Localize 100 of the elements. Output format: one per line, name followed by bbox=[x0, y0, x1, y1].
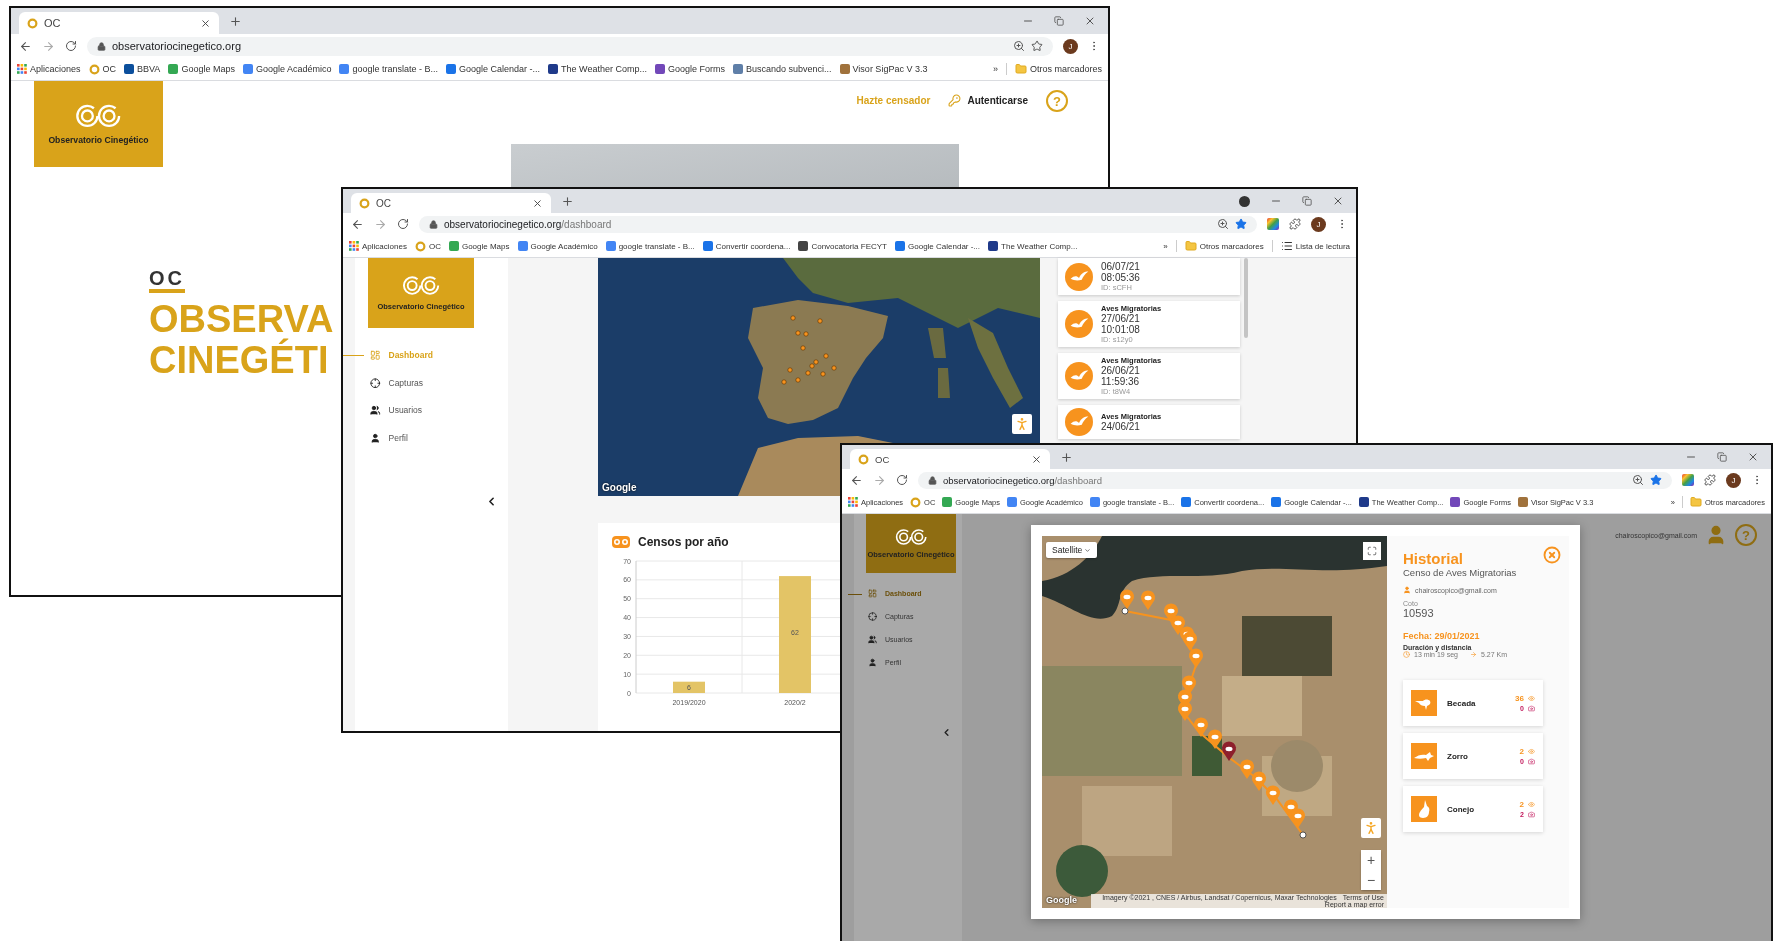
bookmark[interactable]: Google Calendar -... bbox=[895, 241, 981, 251]
address-field[interactable]: observatoriocinegetico.org bbox=[87, 36, 1053, 56]
nav-item[interactable]: Capturas bbox=[370, 377, 508, 388]
bookmark[interactable]: Lista de lectura bbox=[1280, 240, 1350, 252]
bookmark[interactable]: Otros marcadores bbox=[1184, 240, 1264, 252]
fullscreen-icon bbox=[1367, 546, 1377, 556]
map-credit: Google bbox=[1046, 895, 1077, 905]
url-text: observatoriocinegetico.org bbox=[112, 40, 243, 52]
bookmark[interactable]: Convertir coordena... bbox=[702, 241, 791, 251]
close-icon[interactable] bbox=[1332, 195, 1344, 207]
new-tab-icon[interactable] bbox=[561, 194, 574, 208]
zoom-in-button[interactable]: + bbox=[1361, 850, 1381, 870]
close-icon[interactable] bbox=[532, 197, 543, 209]
bookmark[interactable]: Buscando subvenci... bbox=[732, 64, 832, 74]
bookmark[interactable]: The Weather Comp... bbox=[988, 241, 1078, 251]
browser-tab[interactable]: OC bbox=[351, 193, 551, 213]
bookmark-star-icon[interactable] bbox=[1650, 474, 1662, 486]
rabbit-icon bbox=[1416, 799, 1432, 819]
browser-tab[interactable]: OC bbox=[850, 449, 1050, 469]
reload-icon[interactable] bbox=[65, 40, 77, 52]
reload-icon[interactable] bbox=[896, 474, 908, 486]
extension-icon[interactable] bbox=[1682, 474, 1694, 486]
bookmark[interactable]: BBVA bbox=[124, 64, 161, 74]
hero-title: CINEGÉTI bbox=[149, 340, 329, 382]
record-time: 10:01:08 bbox=[1101, 324, 1141, 335]
reload-icon[interactable] bbox=[397, 218, 409, 230]
bookmark-star-icon[interactable] bbox=[1031, 40, 1043, 52]
address-field[interactable]: observatoriocinegetico.org/dashboard bbox=[419, 215, 1257, 233]
zoom-out-button[interactable]: − bbox=[1361, 870, 1381, 890]
clock-icon bbox=[1403, 651, 1410, 658]
map-type-button[interactable]: Satellite bbox=[1046, 542, 1098, 558]
close-icon[interactable] bbox=[1747, 451, 1759, 463]
zoom-icon[interactable] bbox=[1013, 40, 1025, 52]
bookmark[interactable]: » bbox=[992, 64, 998, 74]
apps-grid-icon bbox=[17, 64, 27, 74]
back-icon[interactable] bbox=[19, 39, 32, 53]
new-tab-icon[interactable] bbox=[229, 14, 242, 28]
users-icon bbox=[868, 635, 877, 644]
back-icon[interactable] bbox=[850, 473, 863, 487]
close-icon[interactable] bbox=[200, 17, 211, 29]
bookmark[interactable]: OC bbox=[414, 240, 441, 252]
bookmark[interactable]: Google Maps bbox=[168, 64, 235, 74]
bookmark[interactable]: Google Académico bbox=[242, 64, 332, 74]
record-date: 27/06/21 bbox=[1101, 313, 1141, 324]
new-tab-icon[interactable] bbox=[1060, 450, 1073, 464]
ring-icon bbox=[414, 240, 426, 252]
sighting-count: 2 bbox=[1519, 747, 1524, 756]
chart-title: Censos por año bbox=[638, 535, 729, 549]
crosshair-icon bbox=[868, 612, 877, 621]
bookmark[interactable]: google translate - B... bbox=[605, 241, 695, 251]
key-icon bbox=[948, 93, 962, 107]
restore-icon[interactable] bbox=[1054, 16, 1064, 26]
bookmark[interactable]: Google Maps bbox=[448, 241, 510, 251]
bookmark[interactable]: Google Forms bbox=[654, 64, 725, 74]
puzzle-icon[interactable] bbox=[1289, 218, 1301, 230]
extension-icon[interactable] bbox=[1267, 218, 1279, 230]
close-icon[interactable] bbox=[1031, 453, 1042, 465]
back-icon[interactable] bbox=[351, 217, 364, 231]
ring-icon bbox=[858, 453, 869, 465]
bookmark[interactable]: Visor SigPac V 3.3 bbox=[839, 64, 928, 74]
folder-icon bbox=[1184, 240, 1197, 252]
restore-icon[interactable] bbox=[1302, 196, 1312, 206]
lock-icon bbox=[429, 219, 438, 229]
bookmark[interactable]: OC bbox=[88, 63, 117, 75]
bird-icon bbox=[1065, 262, 1093, 291]
close-icon[interactable] bbox=[1084, 15, 1096, 27]
scrollbar[interactable] bbox=[1244, 258, 1248, 338]
bookmark[interactable]: » bbox=[1163, 241, 1168, 251]
profile-avatar[interactable]: J bbox=[1063, 38, 1078, 54]
bookmark[interactable]: The Weather Comp... bbox=[548, 64, 647, 74]
folder-icon bbox=[1689, 496, 1702, 508]
bookmark-star-icon[interactable] bbox=[1235, 218, 1247, 230]
url-text: observatoriocinegetico.org/dashboard bbox=[444, 218, 613, 230]
bookmark[interactable]: Google Calendar -... bbox=[446, 64, 541, 74]
profile-avatar[interactable]: J bbox=[1311, 216, 1326, 232]
bookmark[interactable]: google translate - B... bbox=[339, 64, 438, 74]
bookmark[interactable]: Google Académico bbox=[517, 241, 598, 251]
leader-line bbox=[848, 593, 862, 595]
bookmark[interactable]: Aplicaciones bbox=[349, 241, 407, 251]
nav-item[interactable]: Perfil bbox=[370, 432, 508, 443]
login-link[interactable]: Autenticarse bbox=[948, 90, 1028, 110]
zoom-icon[interactable] bbox=[1632, 474, 1644, 486]
bookmark[interactable]: Otros marcadores bbox=[1014, 63, 1102, 75]
user-icon bbox=[1403, 586, 1411, 594]
browser-tab[interactable]: OC bbox=[19, 12, 219, 34]
address-field[interactable]: observatoriocinegetico.org/dashboard bbox=[918, 471, 1672, 489]
puzzle-icon[interactable] bbox=[1704, 474, 1716, 486]
nav-item[interactable]: Usuarios bbox=[370, 405, 508, 416]
zoom-icon[interactable] bbox=[1217, 218, 1229, 230]
restore-icon[interactable] bbox=[1717, 452, 1727, 462]
species-name: Zorro bbox=[1447, 751, 1468, 761]
arrow-icon bbox=[1470, 651, 1477, 658]
bookmark[interactable]: Convocatoria FECYT bbox=[798, 241, 887, 251]
bookmark[interactable]: Aplicaciones bbox=[17, 64, 81, 74]
profile-avatar[interactable]: J bbox=[1726, 472, 1741, 488]
camera-icon bbox=[1528, 705, 1535, 712]
fullscreen-button[interactable] bbox=[1363, 542, 1381, 560]
rings-logo-icon bbox=[894, 527, 928, 546]
dashboard-icon bbox=[868, 589, 877, 598]
indicator-icon[interactable] bbox=[1239, 195, 1250, 207]
